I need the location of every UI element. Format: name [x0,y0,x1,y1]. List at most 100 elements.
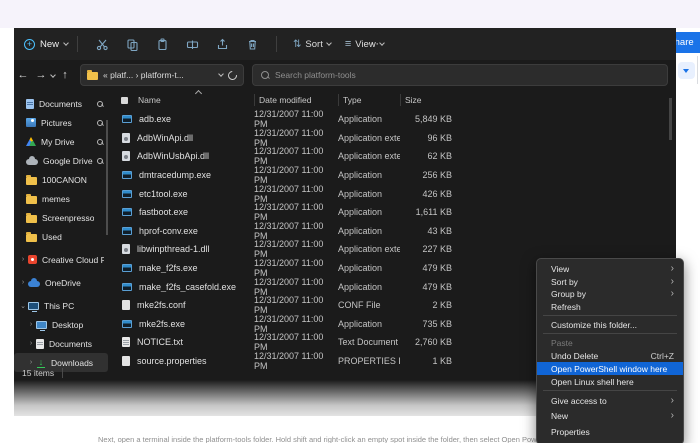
table-row[interactable]: AdbWinApi.dll12/31/2007 11:00 PMApplicat… [108,129,676,148]
list-scrollbar[interactable] [669,98,672,140]
forward-button[interactable]: → [32,69,50,81]
chevron-expanded-icon[interactable]: ⌄ [18,302,28,310]
table-row[interactable]: libwinpthread-1.dll12/31/2007 11:00 PMAp… [108,240,676,259]
sidebar-item-screenpresso[interactable]: Screenpresso [14,208,108,227]
cut-icon[interactable] [91,33,113,55]
sidebar-item-label: My Drive [41,137,75,147]
menu-item-give-access-to[interactable]: Give access to› [537,393,683,409]
chevron-collapsed-icon[interactable]: › [18,256,28,263]
file-name-cell: mke2fs.exe [108,319,254,329]
menu-item-paste[interactable]: Paste [537,336,683,349]
menu-item-refresh[interactable]: Refresh [537,301,683,314]
copy-icon[interactable] [121,33,143,55]
table-row[interactable]: dmtracedump.exe12/31/2007 11:00 PMApplic… [108,166,676,185]
table-row[interactable]: AdbWinUsbApi.dll12/31/2007 11:00 PMAppli… [108,147,676,166]
menu-item-customize-this-folder-[interactable]: Customize this folder... [537,318,683,331]
sidebar-item-onedrive[interactable]: › OneDrive [14,273,108,292]
file-name-cell: AdbWinUsbApi.dll [108,151,254,161]
sidebar-item-used[interactable]: Used [14,227,108,246]
up-button[interactable]: ↑ [56,69,74,81]
file-name: libwinpthread-1.dll [137,244,210,254]
menu-item-label: Group by [551,289,586,299]
breadcrumb[interactable]: « platf... › platform-t... [80,64,244,86]
sidebar-item-documents[interactable]: Documents [14,94,108,113]
sidebar-item-label: OneDrive [45,278,81,288]
chevron-down-icon[interactable] [218,71,224,77]
menu-item-view[interactable]: View› [537,263,683,276]
menu-item-sort-by[interactable]: Sort by› [537,276,683,289]
menu-item-label: New [551,411,568,421]
dll-file-icon [122,244,130,254]
file-size-cell: 1 KB [400,356,452,366]
sidebar-item-100canon[interactable]: 100CANON [14,170,108,189]
file-type-cell: Application [338,226,400,236]
chevron-collapsed-icon[interactable]: › [18,279,28,286]
column-header-type[interactable]: Type [338,94,400,106]
refresh-icon[interactable] [226,69,239,82]
file-name-cell: hprof-conv.exe [108,226,254,236]
file-type-cell: Application [338,282,400,292]
folder-icon [26,234,37,242]
sidebar-item-label: Screenpresso [42,213,94,223]
list-header: Name Date modified Type Size [108,90,676,110]
menu-item-open-powershell-window-here[interactable]: Open PowerShell window here [537,362,683,375]
divider [276,36,277,52]
plus-icon: + [24,39,35,50]
delete-icon[interactable] [241,33,263,55]
file-name: dmtracedump.exe [139,170,211,180]
file-name-cell: libwinpthread-1.dll [108,244,254,254]
file-size-cell: 1,611 KB [400,207,452,217]
exe-file-icon [122,208,132,216]
sidebar-item-desktop[interactable]: ›Desktop [14,315,108,334]
paste-icon[interactable] [151,33,173,55]
sidebar-item-my-drive[interactable]: My Drive [14,132,108,151]
sort-button[interactable]: ⇅ Sort [293,39,331,50]
sidebar-item-this-pc[interactable]: ⌄This PC [14,296,108,315]
file-date-cell: 12/31/2007 11:00 PM [254,202,338,222]
file-type-cell: PROPERTIES File [338,356,400,366]
back-button[interactable]: ← [14,69,32,81]
file-name: AdbWinApi.dll [137,133,193,143]
column-header-date[interactable]: Date modified [254,94,338,106]
more-options-button[interactable]: ··· [366,38,380,50]
sidebar-item-creative-cloud-f[interactable]: › Creative Cloud F [14,250,108,269]
sidebar-item-label: Creative Cloud F [42,255,104,265]
table-row[interactable]: hprof-conv.exe12/31/2007 11:00 PMApplica… [108,222,676,241]
file-name: NOTICE.txt [137,337,183,347]
column-header-size[interactable]: Size [400,94,452,106]
pin-icon [96,119,104,127]
recent-locations-chevron-icon[interactable] [50,72,56,78]
file-type-cell: Application exten... [338,151,400,161]
sidebar-scrollbar[interactable] [106,120,108,235]
sidebar-item-memes[interactable]: memes [14,189,108,208]
table-row[interactable]: etc1tool.exe12/31/2007 11:00 PMApplicati… [108,184,676,203]
sidebar-item-documents[interactable]: ›Documents [14,334,108,353]
share-icon[interactable] [211,33,233,55]
file-name: mke2fs.exe [139,319,185,329]
chevron-collapsed-icon[interactable]: › [26,359,36,366]
file-name-cell: NOTICE.txt [108,337,254,347]
sidebar-item-google-drive[interactable]: Google Drive [14,151,108,170]
file-name: make_f2fs.exe [139,263,198,273]
rename-icon[interactable] [181,33,203,55]
table-row[interactable]: adb.exe12/31/2007 11:00 PMApplication5,8… [108,110,676,129]
new-button[interactable]: + New [24,39,68,50]
menu-separator [543,333,677,334]
sidebar-item-label: Documents [39,99,82,109]
chevron-collapsed-icon[interactable]: › [26,321,36,328]
menu-item-properties[interactable]: Properties [537,424,683,440]
menu-item-label: Open Linux shell here [551,377,634,387]
sidebar-item-pictures[interactable]: Pictures [14,113,108,132]
dll-file-icon [122,151,130,161]
column-header-name[interactable]: Name [128,95,254,105]
table-row[interactable]: fastboot.exe12/31/2007 11:00 PMApplicati… [108,203,676,222]
menu-item-group-by[interactable]: Group by› [537,288,683,301]
sidebar-item-label: Google Drive [43,156,93,166]
docs-dropdown-button[interactable] [678,62,695,79]
menu-item-new[interactable]: New› [537,409,683,425]
menu-item-undo-delete[interactable]: Undo DeleteCtrl+Z [537,349,683,362]
search-input[interactable]: Search platform-tools [252,64,668,86]
select-all-checkbox[interactable] [121,97,128,104]
chevron-collapsed-icon[interactable]: › [26,340,36,347]
menu-item-open-linux-shell-here[interactable]: Open Linux shell here [537,375,683,388]
